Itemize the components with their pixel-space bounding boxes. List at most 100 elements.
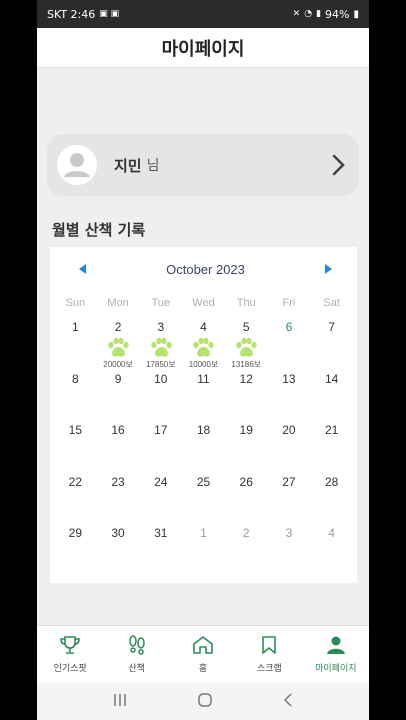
- wifi-icon: ◔: [304, 9, 313, 19]
- home-system-button[interactable]: [197, 692, 213, 712]
- paw-icon: [191, 337, 215, 359]
- calendar-day[interactable]: 19: [225, 418, 268, 470]
- next-month-button[interactable]: [321, 262, 335, 276]
- calendar-day[interactable]: 4 10000보: [182, 315, 225, 369]
- profile-card[interactable]: 지민 님: [47, 134, 359, 196]
- arrow-right-icon: [325, 264, 332, 274]
- day-number: 9: [114, 371, 122, 386]
- calendar-day[interactable]: 15: [54, 418, 97, 470]
- calendar-day[interactable]: 27: [268, 470, 311, 522]
- calendar-day[interactable]: 29: [54, 521, 97, 573]
- nav-item-popular-spots[interactable]: 인기스팟: [37, 626, 103, 683]
- calendar-day[interactable]: 12: [225, 367, 268, 419]
- weekday-label: Sun: [65, 297, 86, 309]
- nav-item-walk[interactable]: 산책: [103, 626, 169, 683]
- paw-icon: [106, 337, 130, 359]
- battery-icon: ▮: [353, 8, 359, 20]
- calendar-day[interactable]: 16: [97, 418, 140, 470]
- day-number: 7: [328, 320, 335, 334]
- section-title: 월별 산책 기록: [52, 221, 146, 239]
- nav-item-mypage[interactable]: 마이페이지: [303, 626, 369, 683]
- weekday-label: Sat: [323, 297, 340, 309]
- calendar-grid: 1 2 20000보 3 17850보 4 10000보 5 13186보 6 7 8 9 10 11 12 1…: [50, 315, 357, 573]
- day-number: 6: [285, 320, 293, 334]
- day-number: 1: [72, 320, 79, 334]
- day-number: 17: [154, 423, 168, 437]
- day-number: 10: [154, 371, 168, 386]
- day-number: 14: [324, 371, 339, 386]
- calendar-day[interactable]: 24: [139, 470, 182, 522]
- calendar-day[interactable]: 2: [225, 521, 268, 573]
- day-number: 15: [68, 423, 83, 437]
- calendar-day[interactable]: 22: [54, 470, 97, 522]
- weekday-row: Sun Mon Tue Wed Thu Fri Sat: [50, 291, 357, 315]
- calendar-day[interactable]: 6: [268, 315, 311, 367]
- person-icon: [57, 145, 97, 185]
- prev-month-button[interactable]: [76, 262, 90, 276]
- calendar-header: October 2023: [50, 247, 357, 291]
- calendar-day[interactable]: 20: [268, 418, 311, 470]
- calendar-day[interactable]: 14: [310, 367, 353, 419]
- calendar-day[interactable]: 21: [310, 418, 353, 470]
- calendar-day[interactable]: 10: [139, 367, 182, 419]
- avatar: [57, 145, 97, 185]
- calendar-day[interactable]: 7: [310, 315, 353, 367]
- day-number: 25: [196, 474, 211, 489]
- calendar-day[interactable]: 25: [182, 470, 225, 522]
- back-button[interactable]: [282, 692, 294, 712]
- calendar-day[interactable]: 1: [54, 315, 97, 367]
- calendar-day[interactable]: 3: [268, 521, 311, 573]
- mute-icon: ✕: [292, 9, 301, 19]
- nav-item-home[interactable]: 홈: [170, 626, 236, 683]
- weekday-label: Tue: [151, 297, 171, 309]
- day-number: 20: [282, 423, 296, 437]
- day-number: 27: [282, 474, 296, 489]
- calendar-day[interactable]: 8: [54, 367, 97, 419]
- calendar-day[interactable]: 13: [268, 367, 311, 419]
- calendar-day[interactable]: 17: [139, 418, 182, 470]
- calendar-day[interactable]: 11: [182, 367, 225, 419]
- trophy-icon: [60, 636, 81, 654]
- calendar-day[interactable]: 26: [225, 470, 268, 522]
- calendar-day[interactable]: 5 13186보: [225, 315, 268, 369]
- calendar-day[interactable]: 30: [97, 521, 140, 573]
- nav-label: 산책: [128, 664, 145, 674]
- calendar-month-label: October 2023: [166, 261, 245, 277]
- calendar-day[interactable]: 4: [310, 521, 353, 573]
- battery-level: 94%: [325, 7, 350, 21]
- nav-label: 마이페이지: [315, 664, 357, 674]
- day-number: 12: [239, 371, 253, 386]
- day-number: 2: [114, 320, 122, 334]
- person-icon: [326, 636, 345, 654]
- weekday-label: Fri: [282, 297, 296, 309]
- calendar-day[interactable]: 18: [182, 418, 225, 470]
- footprints-icon: [128, 635, 145, 655]
- nav-item-scrap[interactable]: 스크랩: [236, 626, 302, 683]
- nav-label: 인기스팟: [53, 664, 87, 674]
- walk-calendar: October 2023 Sun Mon Tue Wed Thu Fri Sat…: [50, 247, 357, 583]
- day-number: 11: [197, 371, 210, 386]
- day-number: 18: [196, 423, 211, 437]
- bookmark-icon: [262, 636, 277, 654]
- day-number: 23: [111, 474, 125, 489]
- weekday-label: Thu: [236, 297, 256, 309]
- home-icon: [193, 636, 213, 654]
- paw-icon: [149, 337, 173, 359]
- calendar-day[interactable]: 1: [182, 521, 225, 573]
- day-number: 8: [72, 371, 79, 386]
- day-number: 21: [324, 423, 339, 437]
- day-number: 30: [111, 526, 125, 540]
- calendar-day[interactable]: 31: [139, 521, 182, 573]
- calendar-day[interactable]: 9: [97, 367, 140, 419]
- calendar-day[interactable]: 2 20000보: [97, 315, 140, 369]
- notification-icon: ▣ ▣: [99, 9, 120, 19]
- recent-apps-button[interactable]: [112, 692, 128, 711]
- calendar-day[interactable]: 28: [310, 470, 353, 522]
- weekday-label: Mon: [107, 297, 129, 309]
- day-number: 24: [154, 474, 168, 489]
- calendar-day[interactable]: 23: [97, 470, 140, 522]
- day-number: 16: [111, 423, 125, 437]
- calendar-day[interactable]: 3 17850보: [139, 315, 182, 369]
- page-header: 마이페이지: [37, 28, 369, 68]
- day-number: 19: [239, 423, 253, 437]
